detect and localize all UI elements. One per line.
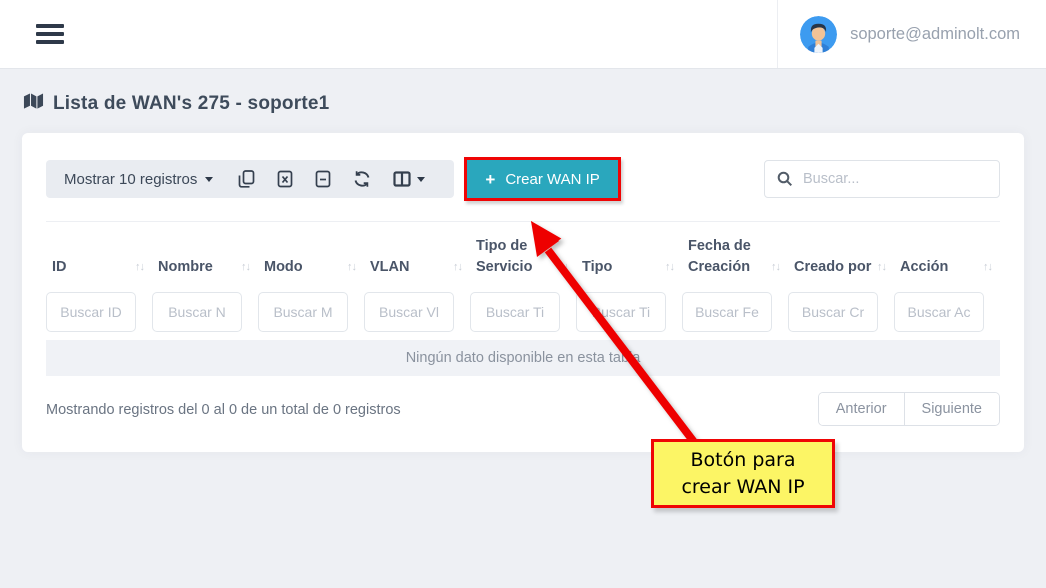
table-empty-state: Ningún dato disponible en esta tabla [46,340,1000,376]
column-header-tipo-de-servicio[interactable]: Tipo de Servicio↑↓ [470,236,576,282]
column-header-vlan[interactable]: VLAN ↑↓ [364,257,470,282]
column-visibility-button[interactable] [382,165,436,193]
page-header: Lista de WAN's 275 - soporte1 [0,68,1046,133]
column-header-nombre[interactable]: Nombre ↑↓ [152,257,258,282]
column-label: VLAN [370,257,409,278]
column-label: Fecha de Creación [688,236,771,278]
sort-icon[interactable]: ↑↓ [559,260,568,278]
sort-icon[interactable]: ↑↓ [347,260,356,278]
pagination: Anterior Siguiente [818,392,1000,426]
plus-icon: + [485,171,495,188]
column-label: Tipo [582,257,612,278]
page-title: Lista de WAN's 275 - soporte1 [53,93,329,115]
table-toolbar: Mostrar 10 registros [46,157,1000,201]
column-label: Tipo de Servicio [476,236,559,278]
sort-icon[interactable]: ↑↓ [983,260,992,278]
column-filter-input[interactable] [364,292,454,332]
column-filter-input[interactable] [46,292,136,332]
menu-toggle-icon[interactable] [36,20,64,48]
map-icon [23,92,44,115]
column-filter-input[interactable] [576,292,666,332]
empty-state-text: Ningún dato disponible en esta tabla [406,350,641,366]
topbar: soporte@adminolt.com [0,0,1046,68]
table-header-row: ID↑↓Nombre↑↓Modo↑↓VLAN↑↓Tipo de Servicio… [46,230,1000,282]
column-label: Modo [264,257,303,278]
annotation-highlight-box: + Crear WAN IP [464,157,620,201]
table-search [764,160,1000,198]
column-filter-input[interactable] [682,292,772,332]
next-page-button[interactable]: Siguiente [904,393,999,425]
refresh-icon [353,170,371,188]
export-file-icon [315,170,331,188]
column-filter-input[interactable] [152,292,242,332]
previous-page-button[interactable]: Anterior [819,393,904,425]
callout-line2: crear WAN IP [681,474,804,501]
search-input[interactable] [803,171,987,187]
column-label: Creado por [794,257,871,278]
table-filter-row [46,292,1000,332]
table-footer: Mostrando registros del 0 al 0 de un tot… [46,376,1000,426]
column-header-creado-por[interactable]: Creado por ↑↓ [788,257,894,282]
annotation-callout: Botón para crear WAN IP [651,439,835,508]
sort-icon[interactable]: ↑↓ [877,260,886,278]
sort-icon[interactable]: ↑↓ [135,260,144,278]
column-filter-input[interactable] [788,292,878,332]
datatable-controls: Mostrar 10 registros [46,160,454,198]
create-wan-ip-button[interactable]: + Crear WAN IP [467,160,617,198]
export-excel-icon [277,170,293,188]
sort-icon[interactable]: ↑↓ [241,260,250,278]
copy-button[interactable] [227,164,266,194]
column-label: ID [52,257,67,278]
user-avatar [800,16,837,53]
column-label: Acción [900,257,948,278]
search-icon [777,171,793,187]
user-menu[interactable]: soporte@adminolt.com [777,0,1046,68]
user-email: soporte@adminolt.com [850,25,1020,44]
column-header-fecha-de-creaci-n[interactable]: Fecha de Creación↑↓ [682,236,788,282]
column-label: Nombre [158,257,213,278]
wan-list-card: Mostrar 10 registros [22,133,1024,452]
export-excel-button[interactable] [266,164,304,194]
column-visibility-icon [393,171,411,187]
wan-table: ID↑↓Nombre↑↓Modo↑↓VLAN↑↓Tipo de Servicio… [46,221,1000,376]
records-info: Mostrando registros del 0 al 0 de un tot… [46,402,401,418]
chevron-down-icon [205,177,213,182]
column-header-modo[interactable]: Modo ↑↓ [258,257,364,282]
column-header-tipo[interactable]: Tipo ↑↓ [576,257,682,282]
column-header-acci-n[interactable]: Acción ↑↓ [894,257,1000,282]
create-wan-ip-label: Crear WAN IP [505,171,599,188]
callout-line1: Botón para [691,447,796,474]
column-filter-input[interactable] [894,292,984,332]
column-header-id[interactable]: ID ↑↓ [46,257,152,282]
page-length-selector[interactable]: Mostrar 10 registros [64,171,213,188]
copy-icon [238,170,255,188]
sort-icon[interactable]: ↑↓ [771,260,780,278]
column-filter-input[interactable] [258,292,348,332]
export-file-button[interactable] [304,164,342,194]
sort-icon[interactable]: ↑↓ [665,260,674,278]
refresh-button[interactable] [342,164,382,194]
chevron-down-icon [417,177,425,182]
export-buttons [227,164,436,194]
sort-icon[interactable]: ↑↓ [453,260,462,278]
column-filter-input[interactable] [470,292,560,332]
page-length-label: Mostrar 10 registros [64,171,197,188]
